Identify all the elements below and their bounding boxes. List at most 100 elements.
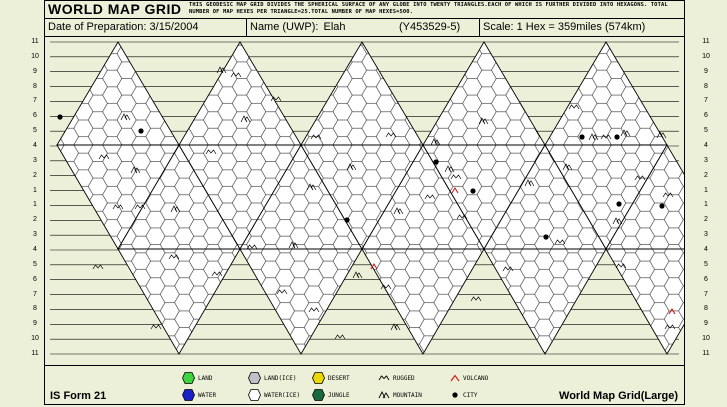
row-label: 8 [704,82,708,90]
legend-city-label: CITY [463,391,478,399]
info-row: Date of Preparation: 3/15/2004 Name (UWP… [45,18,684,37]
row-label: 5 [704,260,708,268]
legend-rugged: RUGGED [378,374,415,382]
legend-land-ice: LAND(ICE) [248,372,297,384]
rugged-symbol [334,334,346,340]
form-description: THIS GEODESIC MAP GRID DIVIDES THE SPHER… [189,2,668,15]
name-value: Elah [323,21,346,33]
row-label: 11 [702,38,710,45]
row-label: 5 [33,260,37,268]
city-dot [344,217,350,223]
south-triangle [361,248,485,355]
row-label: 6 [704,112,708,120]
north-triangle [56,41,180,146]
world-map-form: WORLD MAP GRID THIS GEODESIC MAP GRID DI… [44,0,727,405]
rugged-symbol-icon [378,375,390,381]
legend-water-label: WATER [198,391,217,399]
icosahedral-map-grid [50,41,727,355]
date-label: Date of Preparation: [48,21,147,33]
volcano-symbol-icon [450,374,460,382]
row-label: 6 [33,275,37,283]
land-ice-hex-icon [248,372,261,384]
rugged-symbol [470,296,482,302]
city-dot [138,128,144,134]
mountain-symbol [390,323,401,331]
south-triangle [483,248,607,355]
south-triangle [117,248,241,355]
legend-water: WATER [182,389,216,401]
row-label: 1 [704,201,708,209]
legend-water-ice: WATER(ICE) [248,389,300,401]
mountain-symbol-icon [378,391,390,399]
row-label: 11 [31,350,39,357]
rugged-symbol [92,264,104,270]
legend-jungle: JUNGLE [312,389,350,401]
legend-volcano: VOLCANO [450,374,488,382]
row-label: 8 [33,82,37,90]
land-hex-icon [182,372,195,384]
city-symbol-icon [452,392,458,398]
row-label: 5 [704,127,708,135]
row-label: 2 [33,171,37,179]
divider [479,18,480,36]
row-label: 3 [704,156,708,164]
rugged-symbol [150,324,162,330]
row-label: 3 [704,231,708,239]
north-triangle [178,41,302,146]
city-dot [616,201,622,207]
legend-land-ice-label: LAND(ICE) [264,374,297,382]
north-triangle [544,41,668,146]
row-label: 4 [33,246,37,253]
row-label: 10 [31,335,39,343]
row-label: 7 [704,290,708,298]
row-label: 8 [33,305,37,313]
row-label: 4 [704,246,708,253]
row-label: 2 [33,216,37,224]
map-area [45,37,727,366]
city-dot [614,134,620,140]
row-label: 3 [33,156,37,164]
legend-land: LAND [182,372,212,384]
form-number: IS Form 21 [50,390,107,402]
city-dot [579,134,585,140]
legend-mountain-label: MOUNTAIN [393,391,422,399]
form-title: WORLD MAP GRID [48,1,182,17]
date-field: Date of Preparation: 3/15/2004 [48,18,198,36]
north-triangle [422,41,546,146]
row-label: 6 [704,275,708,283]
jungle-hex-icon [312,389,325,401]
form-name: World Map Grid(Large) [559,390,678,402]
row-label: 2 [704,171,708,179]
date-value: 3/15/2004 [149,21,199,33]
row-label: 9 [704,320,708,328]
desert-hex-icon [312,372,325,384]
legend-mountain: MOUNTAIN [378,391,422,399]
row-label: 6 [33,112,37,120]
row-label: 9 [704,67,708,75]
row-label: 8 [704,305,708,313]
row-label: 1 [704,186,708,194]
legend-city: CITY [450,391,477,399]
legend-jungle-label: JUNGLE [328,391,350,399]
scale-field: Scale: 1 Hex = 359miles (574km) [483,21,646,33]
city-dot [543,234,549,240]
water-ice-hex-icon [248,389,261,401]
row-label: 10 [702,335,710,343]
mountain-symbol [352,271,363,279]
uwp-value: (Y453529-5) [399,21,461,33]
row-label: 7 [704,97,708,105]
row-label: 11 [31,38,39,45]
legend-water-ice-label: WATER(ICE) [264,391,301,399]
name-field: Name (UWP): Elah [250,18,346,36]
row-label: 11 [702,350,710,357]
row-label: 10 [31,52,39,60]
south-triangle [239,248,363,355]
row-label: 5 [33,127,37,135]
legend-desert-label: DESERT [328,374,350,382]
form-footer: LAND WATER LAND(ICE) WATER(ICE) DESERT J… [45,366,684,404]
row-label: 10 [702,52,710,60]
form-header: WORLD MAP GRID THIS GEODESIC MAP GRID DI… [45,1,684,19]
row-label: 9 [33,320,37,328]
water-hex-icon [182,389,195,401]
row-label: 4 [704,142,708,149]
